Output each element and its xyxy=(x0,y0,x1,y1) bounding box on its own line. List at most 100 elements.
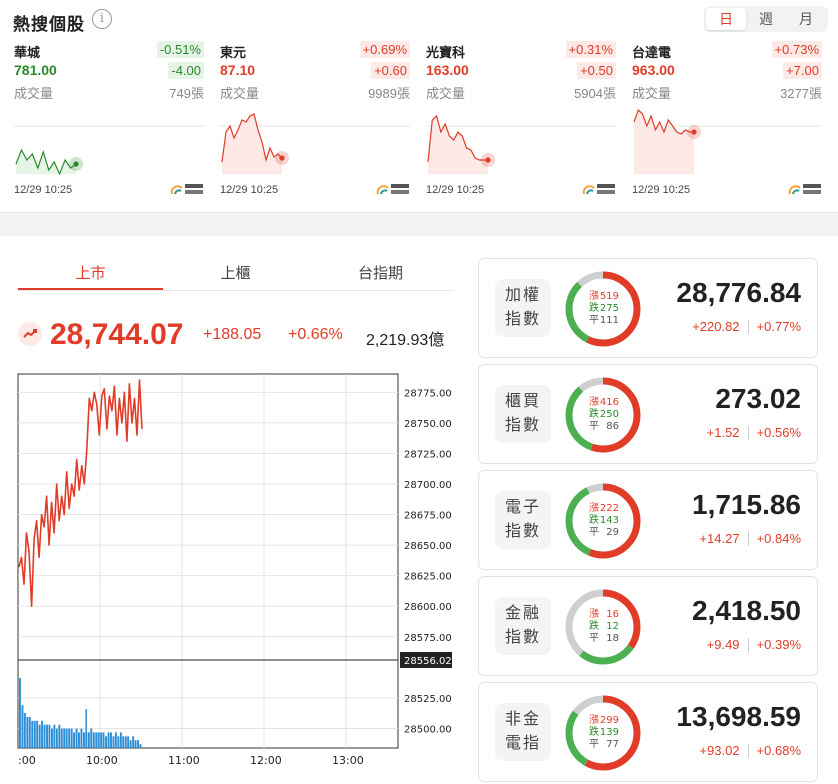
volume-bar xyxy=(55,728,58,748)
tab-otc[interactable]: 上櫃 xyxy=(163,262,308,292)
market-quote: 28,744.07 +188.05 +0.66% 2,219.93億 xyxy=(18,318,458,354)
period-week-tab[interactable]: 週 xyxy=(746,8,786,30)
breadth-count: 416 xyxy=(600,397,619,408)
stock-volume: 749張 xyxy=(169,86,204,101)
index-label: 加權 指數 xyxy=(495,279,551,337)
volume-bar xyxy=(28,716,31,748)
volume-bar xyxy=(46,724,48,748)
breadth-count: 143 xyxy=(600,515,619,526)
index-card[interactable]: 電子 指數 1,715.86 +14.27 +0.84% 漲 222 跌 143 平 29 xyxy=(478,470,818,570)
index-change: +220.82 xyxy=(692,319,740,334)
index-card[interactable]: 櫃買 指數 273.02 +1.52 +0.56% 漲 416 跌 250 平 86 xyxy=(478,364,818,464)
anue-logo xyxy=(788,184,821,195)
breadth-ring: 漲 519跌 275平 111 xyxy=(565,271,641,347)
hot-stock-card[interactable]: 華城 -0.51% 781.00 -4.00 成交量 749張 12/29 10… xyxy=(14,40,204,200)
breadth-count: 18 xyxy=(606,633,619,644)
breadth-label: 平 xyxy=(589,315,599,326)
stock-percent: +0.73% xyxy=(771,41,822,58)
index-label: 金融 指數 xyxy=(495,597,551,655)
volume-bar xyxy=(80,728,83,748)
hot-stock-card[interactable]: 光寶科 +0.31% 163.00 +0.50 成交量 5904張 12/29 … xyxy=(426,40,616,200)
period-month-tab[interactable]: 月 xyxy=(786,8,826,30)
volume-bar xyxy=(122,736,125,748)
market-index-value: 28,744.07 xyxy=(50,318,184,351)
market-index-percent: +0.66% xyxy=(288,326,343,343)
index-change: +14.27 xyxy=(699,531,740,546)
index-change: +1.52 xyxy=(706,425,740,440)
hot-stock-card[interactable]: 台達電 +0.73% 963.00 +7.00 成交量 3277張 12/29 … xyxy=(632,40,822,200)
volume-bar xyxy=(53,724,56,748)
breadth-ring: 漲 16 跌 12 平 18 xyxy=(565,589,641,665)
index-change-row: +93.02 +0.68% xyxy=(699,743,801,758)
index-card[interactable]: 金融 指數 2,418.50 +9.49 +0.39% 漲 16 跌 12 平 18 xyxy=(478,576,818,676)
stock-sparkline xyxy=(220,113,410,174)
index-card[interactable]: 加權 指數 28,776.84 +220.82 +0.77% 漲 519 跌 275 平… xyxy=(478,258,818,358)
volume-bar xyxy=(90,728,93,748)
index-label: 電子 指數 xyxy=(495,491,551,549)
index-change-row: +14.27 +0.84% xyxy=(699,531,801,546)
volume-bar xyxy=(105,736,107,748)
stock-name: 光寶科 xyxy=(426,45,466,60)
breadth-label: 跌 xyxy=(589,725,599,738)
y-tick-label: 28525.00 xyxy=(404,694,452,705)
intraday-chart[interactable]: 28775.00 28750.00 28725.00 28700.00 28675.00… xyxy=(0,370,460,784)
stock-volume: 3277張 xyxy=(780,86,822,101)
index-percent: +0.77% xyxy=(756,319,801,334)
index-change-separator xyxy=(747,425,749,440)
volume-bar xyxy=(107,732,110,748)
breadth-count: 275 xyxy=(600,303,619,314)
index-percent: +0.68% xyxy=(756,743,801,758)
breadth-count: 139 xyxy=(600,727,619,738)
stock-change: +0.50 xyxy=(577,62,616,79)
stock-sparkline xyxy=(426,114,616,174)
volume-bar xyxy=(73,732,75,748)
y-tick-label: 28625.00 xyxy=(404,572,452,583)
breadth-count: 250 xyxy=(600,409,619,420)
index-change-row: +9.49 +0.39% xyxy=(707,637,801,652)
volume-bar xyxy=(95,732,98,748)
y-tick-label: 28675.00 xyxy=(404,511,452,522)
breadth-label: 平 xyxy=(589,421,599,432)
stock-percent: +0.31% xyxy=(565,41,616,58)
index-card[interactable]: 非金 電指 13,698.59 +93.02 +0.68% 漲 299 跌 139 平 7… xyxy=(478,682,818,782)
breadth-count: 29 xyxy=(606,527,619,538)
volume-bar xyxy=(117,736,120,748)
breadth-label: 跌 xyxy=(589,407,599,420)
tab-futures[interactable]: 台指期 xyxy=(308,262,453,292)
anue-logo xyxy=(582,184,615,195)
index-label-line1: 櫃買 xyxy=(504,393,541,410)
sparkline-area xyxy=(428,116,488,174)
stock-price: 87.10 xyxy=(220,62,256,78)
index-label-line1: 金融 xyxy=(504,605,541,622)
volume-bar xyxy=(75,728,78,748)
anue-logo xyxy=(376,184,409,195)
breadth-label: 跌 xyxy=(589,301,599,314)
volume-bar xyxy=(31,720,34,748)
volume-bar xyxy=(36,720,39,748)
volume-spike-bar xyxy=(85,709,87,748)
sparkline-area xyxy=(634,110,694,174)
breadth-count: 12 xyxy=(606,621,619,632)
volume-bar xyxy=(110,732,112,748)
volume-bar xyxy=(132,736,135,748)
info-icon[interactable]: i xyxy=(92,9,112,29)
index-percent: +0.84% xyxy=(756,531,801,546)
volume-bar xyxy=(78,732,80,748)
hot-stock-card[interactable]: 東元 +0.69% 87.10 +0.60 成交量 9989張 12/29 10… xyxy=(220,40,410,200)
breadth-count: 77 xyxy=(606,739,619,750)
volume-bar xyxy=(23,713,26,748)
y-tick-label: 28500.00 xyxy=(404,724,452,735)
breadth-count: 222 xyxy=(600,503,619,514)
hot-stocks-title: 熱搜個股 xyxy=(13,15,85,34)
x-tick-label: 10:00 xyxy=(86,754,118,767)
breadth-ring: 漲 299跌 139平 77 xyxy=(565,695,641,771)
volume-bar xyxy=(26,716,29,748)
stock-percent: +0.69% xyxy=(359,41,410,58)
volume-bar xyxy=(112,736,115,748)
market-tabs: 上市 上櫃 台指期 xyxy=(18,262,454,292)
period-day-tab[interactable]: 日 xyxy=(706,8,746,30)
active-tab-underline xyxy=(18,288,163,290)
stock-change: -4.00 xyxy=(168,62,204,79)
x-tick-label: 12:00 xyxy=(250,754,282,767)
breadth-label: 平 xyxy=(589,739,599,750)
